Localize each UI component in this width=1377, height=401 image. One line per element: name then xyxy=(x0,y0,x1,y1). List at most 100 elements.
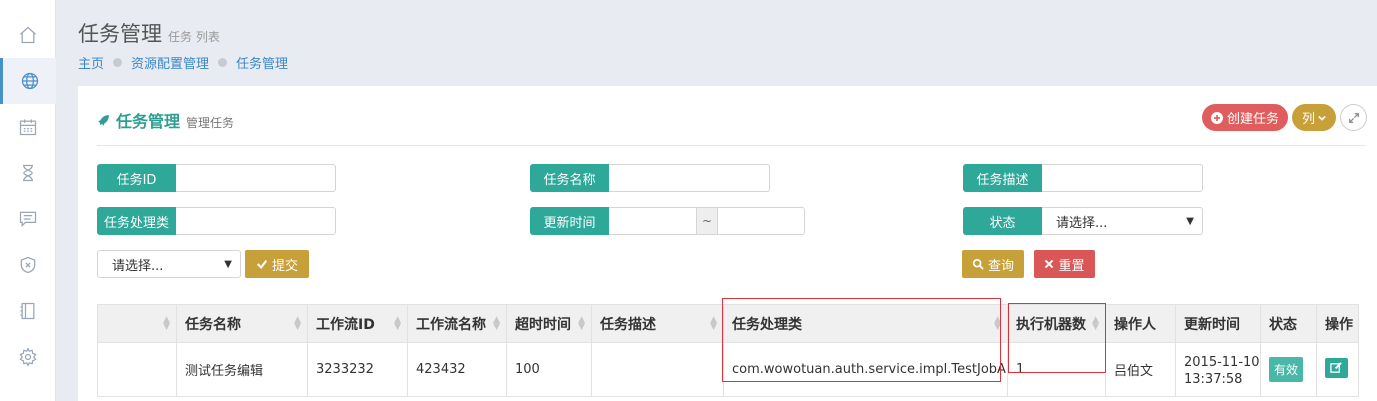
task-id-input[interactable] xyxy=(176,164,336,192)
submit-label: 提交 xyxy=(271,258,298,274)
task-panel: 任务管理 管理任务 创建任务 列 任务ID 任务名称 任务描述 任务处理类 更新… xyxy=(78,86,1377,401)
task-desc-filter: 任务描述 xyxy=(963,164,1203,192)
batch-action-select-value: 请选择... xyxy=(112,258,164,274)
columns-dropdown-button[interactable]: 列 xyxy=(1292,104,1336,131)
column-header-timeout[interactable]: 超时时间 ▲ ▼ xyxy=(506,304,592,343)
reset-button[interactable]: 重置 xyxy=(1034,250,1095,278)
date-range-separator: ~ xyxy=(697,207,717,235)
hourglass-icon xyxy=(23,164,33,182)
update-clock: 13:37:58 xyxy=(1184,371,1243,387)
update-time-from-input[interactable] xyxy=(609,207,697,235)
update-time-to-input[interactable] xyxy=(717,207,805,235)
row-checkbox-cell[interactable] xyxy=(97,342,177,397)
cell-workflow-id: 3233232 xyxy=(307,342,408,397)
columns-label: 列 xyxy=(1301,112,1315,127)
cell-timeout: 100 xyxy=(506,342,592,397)
column-header-workflow-name[interactable]: 工作流名称 ▲ ▼ xyxy=(407,304,507,343)
close-icon xyxy=(1045,259,1054,269)
update-time-filter: 更新时间 ~ xyxy=(530,207,805,235)
column-header-description[interactable]: 任务描述 ▲ ▼ xyxy=(591,304,724,343)
status-label: 状态 xyxy=(963,207,1042,235)
status-filter: 状态 请选择... ▼ xyxy=(963,207,1203,235)
sidebar-item-security[interactable] xyxy=(0,242,56,288)
comment-icon xyxy=(19,211,37,228)
task-name-input[interactable] xyxy=(609,164,770,192)
column-header-actions: 操作 xyxy=(1316,304,1359,343)
task-id-filter: 任务ID xyxy=(97,164,336,192)
update-time-label: 更新时间 xyxy=(530,207,609,235)
panel-divider xyxy=(97,145,1366,146)
expand-icon xyxy=(1348,112,1359,123)
plus-circle-icon xyxy=(1210,111,1223,124)
task-id-label: 任务ID xyxy=(97,164,176,192)
cell-operator: 吕伯文 xyxy=(1105,342,1176,397)
column-header-workflow-id[interactable]: 工作流ID ▲ ▼ xyxy=(307,304,408,343)
caret-down-icon: ▼ xyxy=(1186,215,1194,227)
sort-icon: ▲ ▼ xyxy=(294,315,301,332)
task-name-label: 任务名称 xyxy=(530,164,609,192)
check-icon xyxy=(256,259,268,269)
task-desc-input[interactable] xyxy=(1042,164,1203,192)
status-select-value: 请选择... xyxy=(1056,215,1108,231)
gear-icon xyxy=(19,347,37,367)
chevron-down-icon xyxy=(1318,115,1326,121)
page-subtitle: 任务 列表 xyxy=(168,30,220,44)
task-name-filter: 任务名称 xyxy=(530,164,770,192)
submit-button[interactable]: 提交 xyxy=(245,250,309,278)
query-button[interactable]: 查询 xyxy=(962,250,1024,278)
status-badge[interactable]: 有效 xyxy=(1269,357,1304,382)
machine-count-column-highlight xyxy=(1008,303,1106,373)
sidebar-item-hourglass[interactable] xyxy=(0,150,56,196)
sidebar-item-globe[interactable] xyxy=(0,58,56,104)
sidebar-item-calendar[interactable] xyxy=(0,104,56,150)
edit-button[interactable] xyxy=(1325,357,1348,378)
book-icon xyxy=(20,302,35,320)
breadcrumb-separator xyxy=(113,58,123,67)
column-header-update-time[interactable]: 更新时间 xyxy=(1175,304,1261,343)
sort-icon: ▲ ▼ xyxy=(394,315,401,332)
column-header-operator[interactable]: 操作人 xyxy=(1105,304,1176,343)
shield-icon xyxy=(20,256,36,274)
task-handler-label: 任务处理类 xyxy=(97,207,176,235)
edit-icon xyxy=(1330,361,1342,373)
calendar-icon xyxy=(19,119,37,136)
breadcrumb-home[interactable]: 主页 xyxy=(78,53,104,72)
caret-down-icon: ▼ xyxy=(224,258,232,270)
sort-icon: ▲ ▼ xyxy=(578,315,585,332)
page-title: 任务管理 任务 列表 xyxy=(78,18,220,48)
sidebar-item-home[interactable] xyxy=(0,12,56,58)
rocket-icon xyxy=(98,115,109,126)
panel-header: 任务管理 管理任务 xyxy=(97,108,234,132)
search-icon xyxy=(972,258,984,270)
expand-button[interactable] xyxy=(1340,104,1367,131)
breadcrumb-task-management[interactable]: 任务管理 xyxy=(236,53,288,72)
query-label: 查询 xyxy=(987,258,1014,274)
task-handler-filter: 任务处理类 xyxy=(97,207,336,235)
cell-description xyxy=(591,342,724,397)
sort-icon: ▲ ▼ xyxy=(163,315,170,332)
cell-status: 有效 xyxy=(1260,342,1317,397)
sidebar-item-messages[interactable] xyxy=(0,196,56,242)
breadcrumb-resource-config[interactable]: 资源配置管理 xyxy=(131,53,209,72)
column-header-checkbox[interactable]: ▲ ▼ xyxy=(97,304,177,343)
status-select[interactable]: 请选择... ▼ xyxy=(1042,207,1203,235)
breadcrumb-separator xyxy=(218,58,228,67)
create-task-label: 创建任务 xyxy=(1226,112,1279,127)
cell-workflow-name: 423432 xyxy=(407,342,507,397)
sort-icon: ▲ ▼ xyxy=(493,315,500,332)
task-handler-input[interactable] xyxy=(176,207,336,235)
column-header-status[interactable]: 状态 xyxy=(1260,304,1317,343)
sidebar-item-book[interactable] xyxy=(0,288,56,334)
globe-icon xyxy=(21,72,38,90)
create-task-button[interactable]: 创建任务 xyxy=(1202,104,1288,131)
panel-subtitle: 管理任务 xyxy=(186,116,235,130)
panel-title: 任务管理 xyxy=(116,112,181,131)
batch-action-select[interactable]: 请选择... ▼ xyxy=(97,250,241,278)
sidebar xyxy=(0,0,56,401)
breadcrumb: 主页 资源配置管理 任务管理 xyxy=(78,53,288,72)
task-desc-label: 任务描述 xyxy=(963,164,1042,192)
sort-icon: ▲ ▼ xyxy=(710,315,717,332)
sidebar-item-settings[interactable] xyxy=(0,334,56,380)
cell-update-time: 2015-11-10 13:37:58 xyxy=(1175,342,1261,397)
column-header-task-name[interactable]: 任务名称 ▲ ▼ xyxy=(176,304,308,343)
